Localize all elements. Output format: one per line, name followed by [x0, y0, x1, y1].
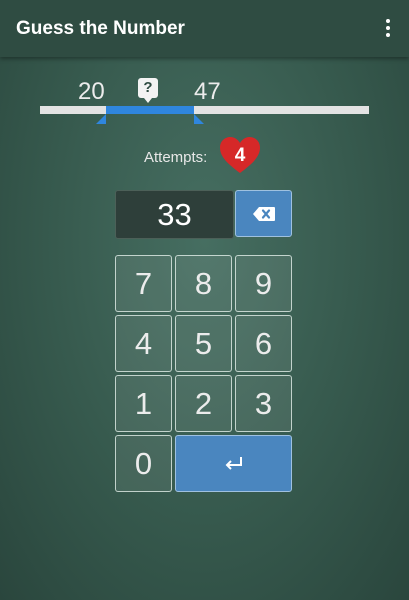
range-high-value: 47: [194, 78, 221, 105]
backspace-icon: [252, 206, 275, 221]
enter-button[interactable]: [175, 435, 292, 492]
key-7[interactable]: 7: [115, 255, 172, 312]
backspace-button[interactable]: [235, 190, 292, 237]
question-mark-icon: ?: [138, 78, 158, 103]
more-vert-icon[interactable]: [375, 12, 401, 44]
range-low-marker-icon: [96, 114, 106, 124]
enter-icon: [225, 456, 242, 470]
key-1[interactable]: 1: [115, 375, 172, 432]
range-high-marker-icon: [194, 114, 204, 124]
range-low-value: 20: [78, 78, 105, 105]
key-0[interactable]: 0: [115, 435, 172, 492]
app-bar: Guess the Number: [0, 0, 409, 57]
attempts-count: 4: [234, 145, 246, 166]
key-2[interactable]: 2: [175, 375, 232, 432]
attempts-label: Attempts:: [144, 149, 208, 166]
key-5[interactable]: 5: [175, 315, 232, 372]
range-fill: [106, 106, 194, 114]
key-4[interactable]: 4: [115, 315, 172, 372]
key-8[interactable]: 8: [175, 255, 232, 312]
app-title: Guess the Number: [16, 18, 185, 39]
key-9[interactable]: 9: [235, 255, 292, 312]
range-track: [40, 106, 369, 114]
key-6[interactable]: 6: [235, 315, 292, 372]
key-3[interactable]: 3: [235, 375, 292, 432]
guess-display: 33: [115, 190, 234, 239]
